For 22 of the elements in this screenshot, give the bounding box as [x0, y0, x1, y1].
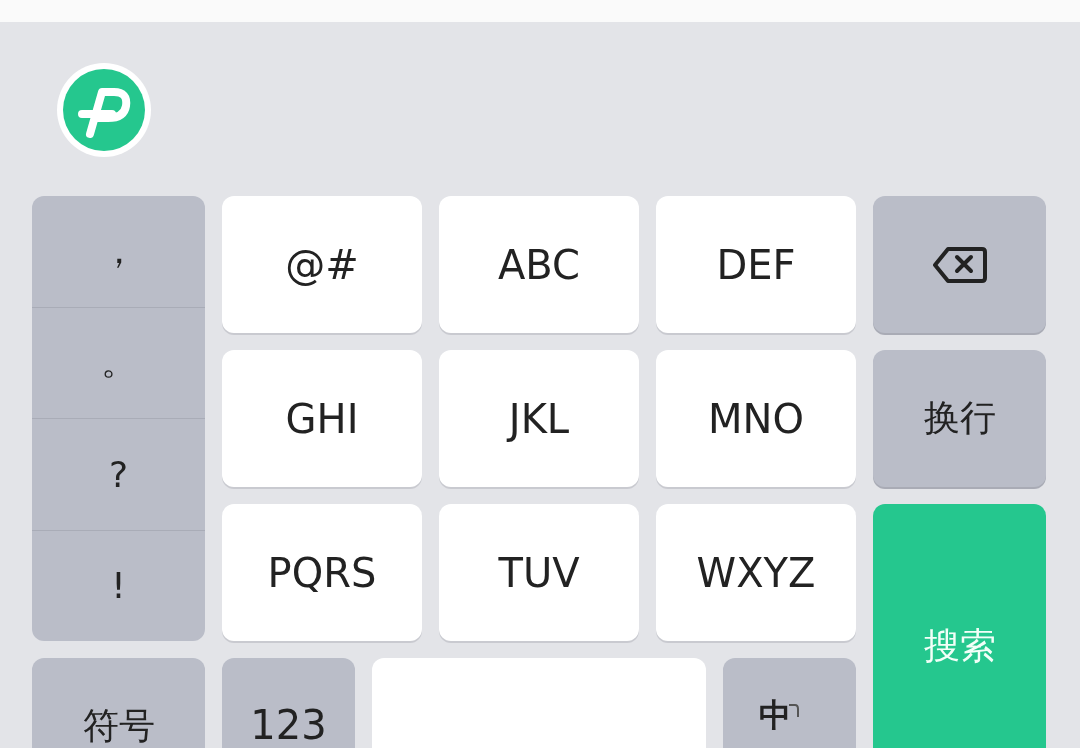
letter-key[interactable]: GHI	[222, 350, 422, 487]
letter-key[interactable]: TUV	[439, 504, 639, 641]
language-key[interactable]: 中	[723, 658, 856, 748]
enter-key[interactable]: 换行	[873, 350, 1046, 487]
backspace-key[interactable]	[873, 196, 1046, 333]
letter-key[interactable]: PQRS	[222, 504, 422, 641]
numbers-key[interactable]: 123	[222, 658, 355, 748]
bracket-icon	[787, 702, 801, 720]
backspace-icon	[931, 244, 988, 285]
punctuation-key[interactable]: ?	[32, 418, 205, 530]
punctuation-key[interactable]: ，	[32, 196, 205, 307]
letter-key[interactable]: JKL	[439, 350, 639, 487]
punctuation-key[interactable]: 。	[32, 306, 205, 418]
punctuation-key[interactable]: !	[32, 529, 205, 641]
chinese-label: 中	[759, 695, 791, 736]
letter-key[interactable]: DEF	[656, 196, 856, 333]
letter-key[interactable]: MNO	[656, 350, 856, 487]
logo-icon[interactable]	[56, 62, 152, 158]
letter-key[interactable]: ABC	[439, 196, 639, 333]
letter-key[interactable]: WXYZ	[656, 504, 856, 641]
letter-key[interactable]: @#	[222, 196, 422, 333]
symbols-key[interactable]: 符号	[32, 658, 205, 748]
